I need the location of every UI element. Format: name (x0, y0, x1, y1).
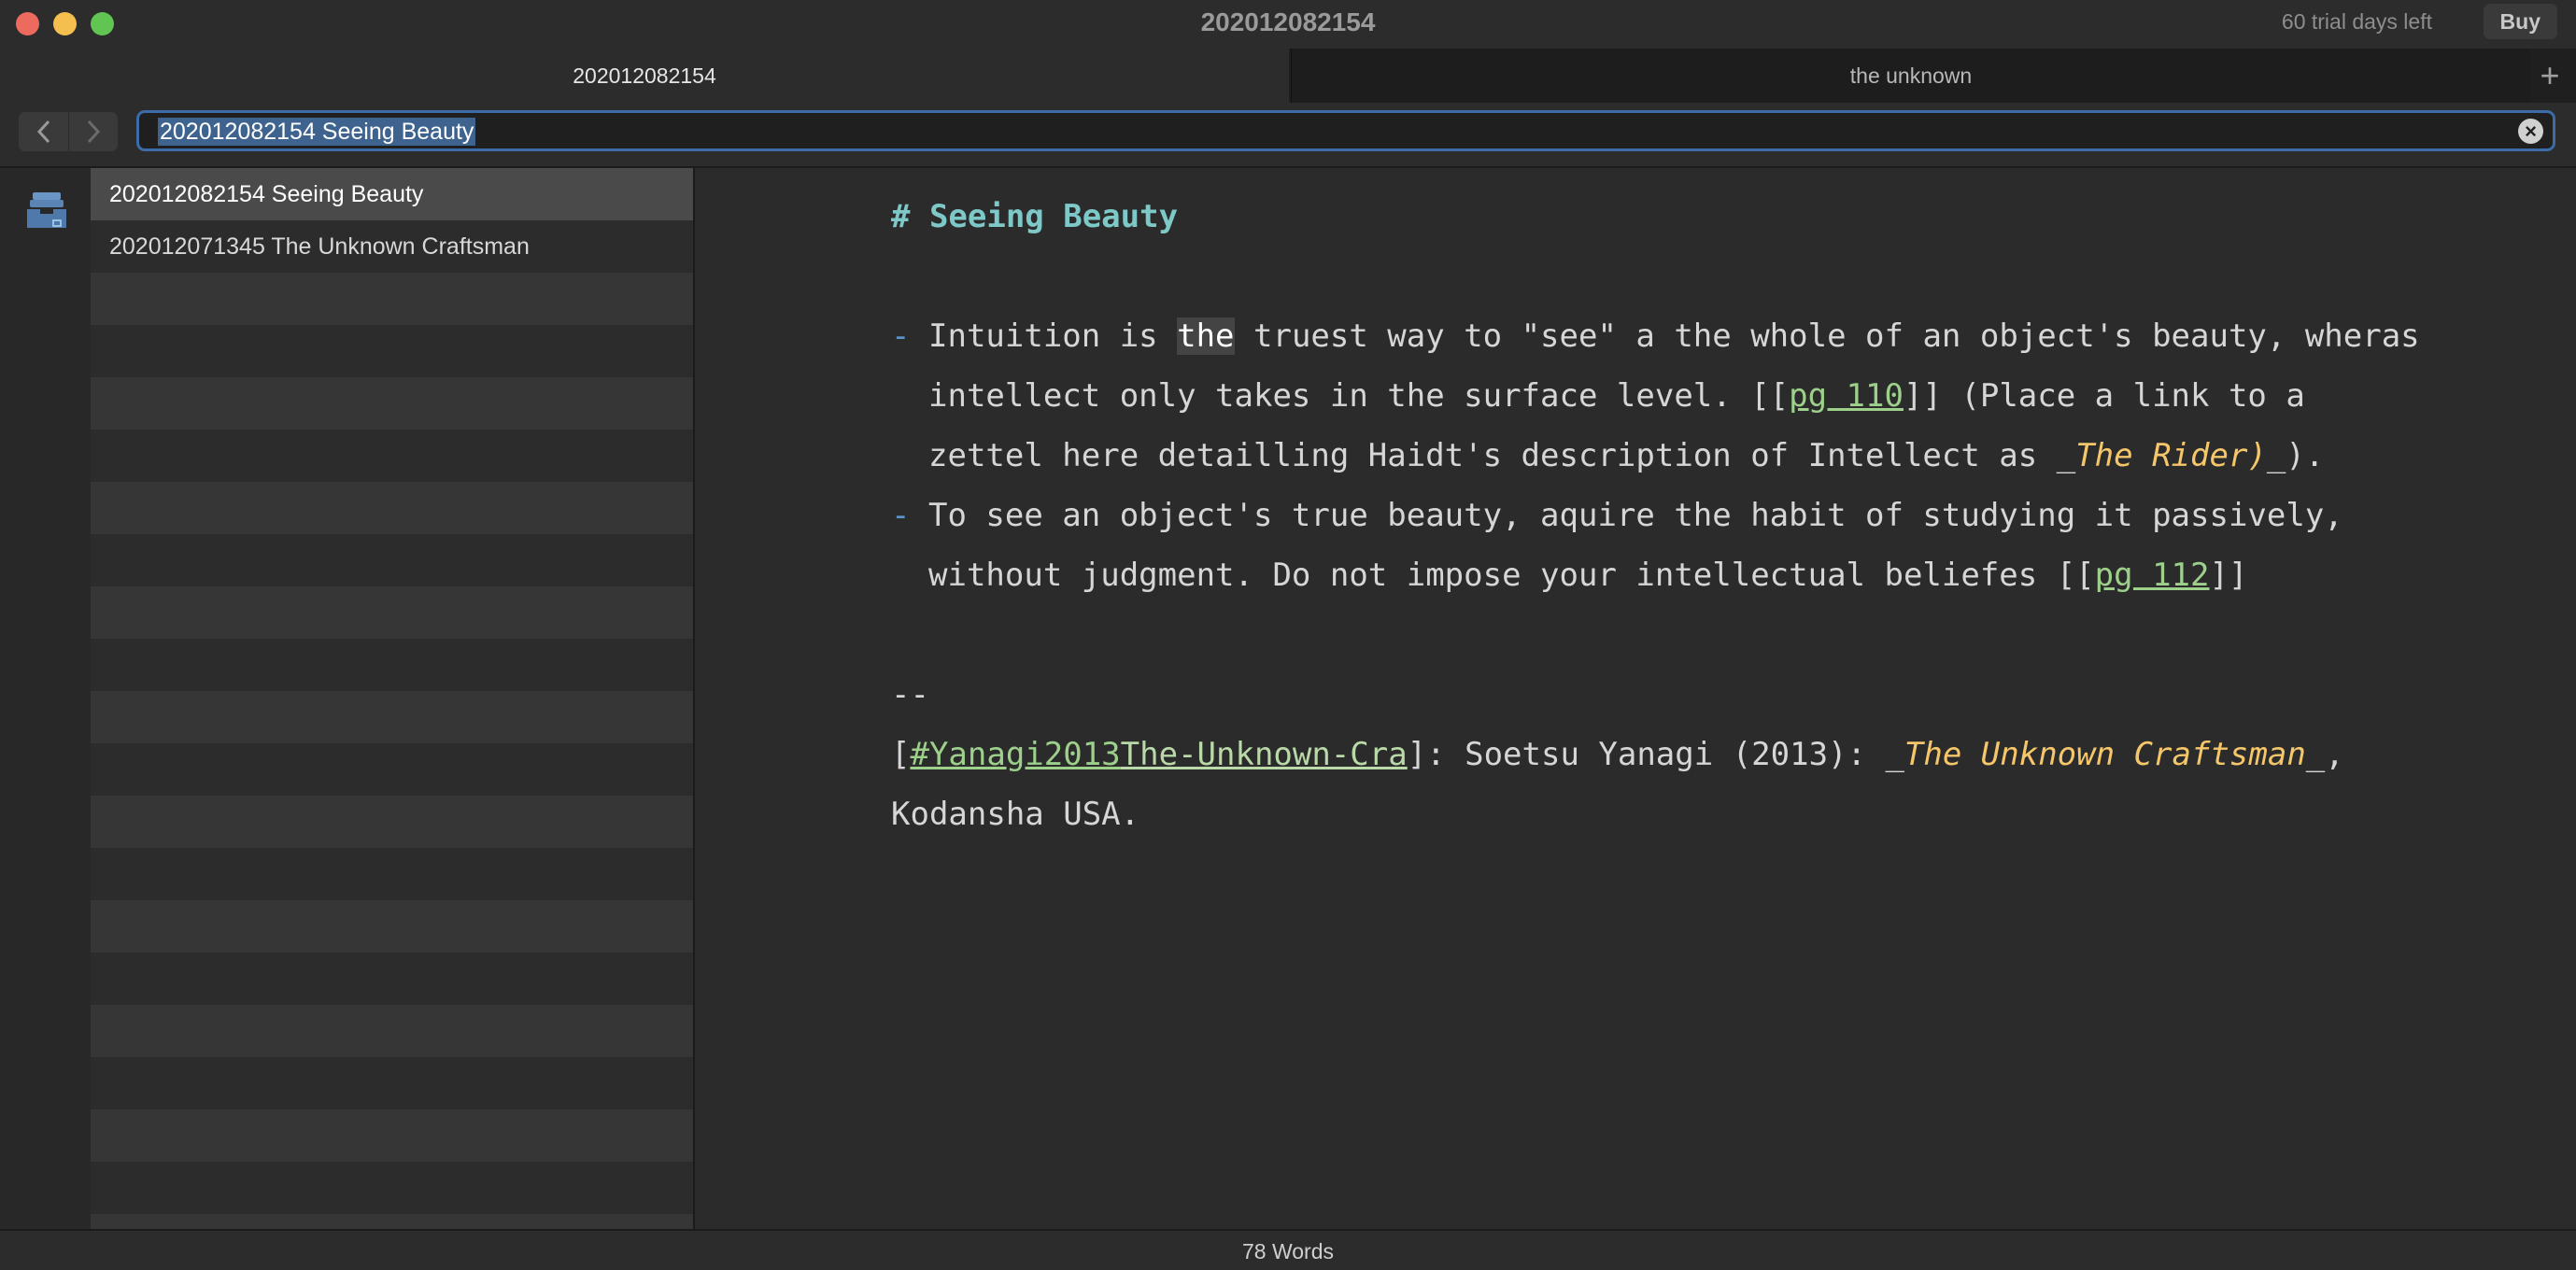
empty-row (91, 325, 693, 377)
bullet-marker: - (891, 318, 911, 355)
title-bar: 202012082154 60 trial days left Buy (0, 0, 2576, 49)
bullet-line[interactable]: - (891, 306, 910, 366)
text-run: _, (2305, 736, 2344, 773)
highlighted-word: the (1177, 318, 1235, 355)
chevron-left-icon (36, 120, 50, 144)
word-count: 78 Words (0, 1229, 2576, 1270)
chevron-right-icon (87, 120, 100, 144)
toolbar: 202012082154 Seeing Beauty × (0, 103, 2576, 168)
note-editor[interactable]: # Seeing Beauty - Intuition is the trues… (695, 168, 2576, 1229)
list-item[interactable]: 202012082154 Seeing Beauty (91, 168, 693, 220)
text-run: Intuition is (928, 318, 1178, 355)
empty-row (91, 430, 693, 482)
italic-text: The Unknown Craftsman (1904, 736, 2306, 773)
empty-row (91, 482, 693, 534)
text-line[interactable]: Intuition is the truest way to "see" a t… (928, 306, 2420, 366)
italic-text: The Rider) (2075, 437, 2267, 474)
app-window: 202012082154 60 trial days left Buy 2020… (0, 0, 2576, 1270)
empty-row (91, 273, 693, 325)
window-title: 202012082154 (1200, 7, 1376, 36)
tag-link-rest[interactable]: The-Unknown-Cra (1121, 736, 1408, 773)
reference-line[interactable]: [#Yanagi2013The-Unknown-Cra]: Soetsu Yan… (891, 725, 2344, 784)
text-run: intellect only takes in the surface leve… (928, 377, 1790, 415)
empty-row (91, 691, 693, 743)
tag-link[interactable]: #Yanagi2013 (910, 736, 1120, 773)
wiki-link[interactable]: pg 110 (1789, 377, 1904, 415)
empty-row (91, 534, 693, 586)
text-line[interactable]: To see an object's true beauty, aquire t… (928, 486, 2343, 545)
tab-bar: 202012082154 the unknown + (0, 49, 2576, 103)
empty-row (91, 1057, 693, 1109)
text-run: _). (2266, 437, 2325, 474)
separator-line[interactable]: -- (891, 665, 929, 725)
inbox-icon[interactable] (25, 189, 68, 232)
text-line[interactable]: without judgment. Do not impose your int… (928, 545, 2247, 605)
text-run: without judgment. Do not impose your int… (928, 557, 2095, 594)
empty-row (91, 743, 693, 796)
text-run: zettel here detailling Haidt's descripti… (928, 437, 2076, 474)
empty-row (91, 586, 693, 639)
text-run: [ (891, 736, 911, 773)
text-run: ]] (2209, 557, 2248, 594)
empty-row (91, 377, 693, 430)
search-input-value[interactable]: 202012082154 Seeing Beauty (158, 118, 476, 146)
empty-row (91, 639, 693, 691)
text-line[interactable]: intellect only takes in the surface leve… (928, 366, 2305, 426)
text-run: ]: Soetsu Yanagi (2013): _ (1407, 736, 1904, 773)
navigation-buttons (19, 112, 118, 151)
text-line[interactable]: zettel here detailling Haidt's descripti… (928, 426, 2324, 486)
empty-row (91, 796, 693, 848)
reference-line[interactable]: Kodansha USA. (891, 784, 1139, 844)
empty-row (91, 848, 693, 900)
tab-note-current[interactable]: 202012082154 (0, 49, 1289, 103)
forward-button[interactable] (68, 112, 118, 151)
text-run: ]] (Place a link to a (1903, 377, 2305, 415)
empty-row (91, 1214, 693, 1229)
bullet-marker: - (891, 497, 911, 534)
new-tab-button[interactable]: + (2529, 49, 2570, 103)
bullet-line[interactable]: - (891, 486, 910, 545)
note-heading[interactable]: # Seeing Beauty (891, 187, 1178, 247)
tab-the-unknown[interactable]: the unknown (1291, 49, 2530, 103)
empty-row (91, 1109, 693, 1162)
back-button[interactable] (19, 112, 69, 151)
note-list: 202012082154 Seeing Beauty 202012071345 … (91, 168, 695, 1229)
empty-row (91, 1162, 693, 1214)
clear-search-icon[interactable]: × (2518, 119, 2543, 144)
empty-row (91, 952, 693, 1005)
empty-row (91, 1005, 693, 1057)
list-item[interactable]: 202012071345 The Unknown Craftsman (91, 220, 693, 273)
sidebar-rail (0, 168, 91, 1229)
trial-days-label: 60 trial days left (2281, 9, 2432, 34)
search-input[interactable]: 202012082154 Seeing Beauty × (136, 110, 2555, 151)
buy-button[interactable]: Buy (2483, 4, 2557, 39)
empty-row (91, 900, 693, 952)
text-run: truest way to "see" a the whole of an ob… (1234, 318, 2420, 355)
wiki-link[interactable]: pg 112 (2095, 557, 2210, 594)
